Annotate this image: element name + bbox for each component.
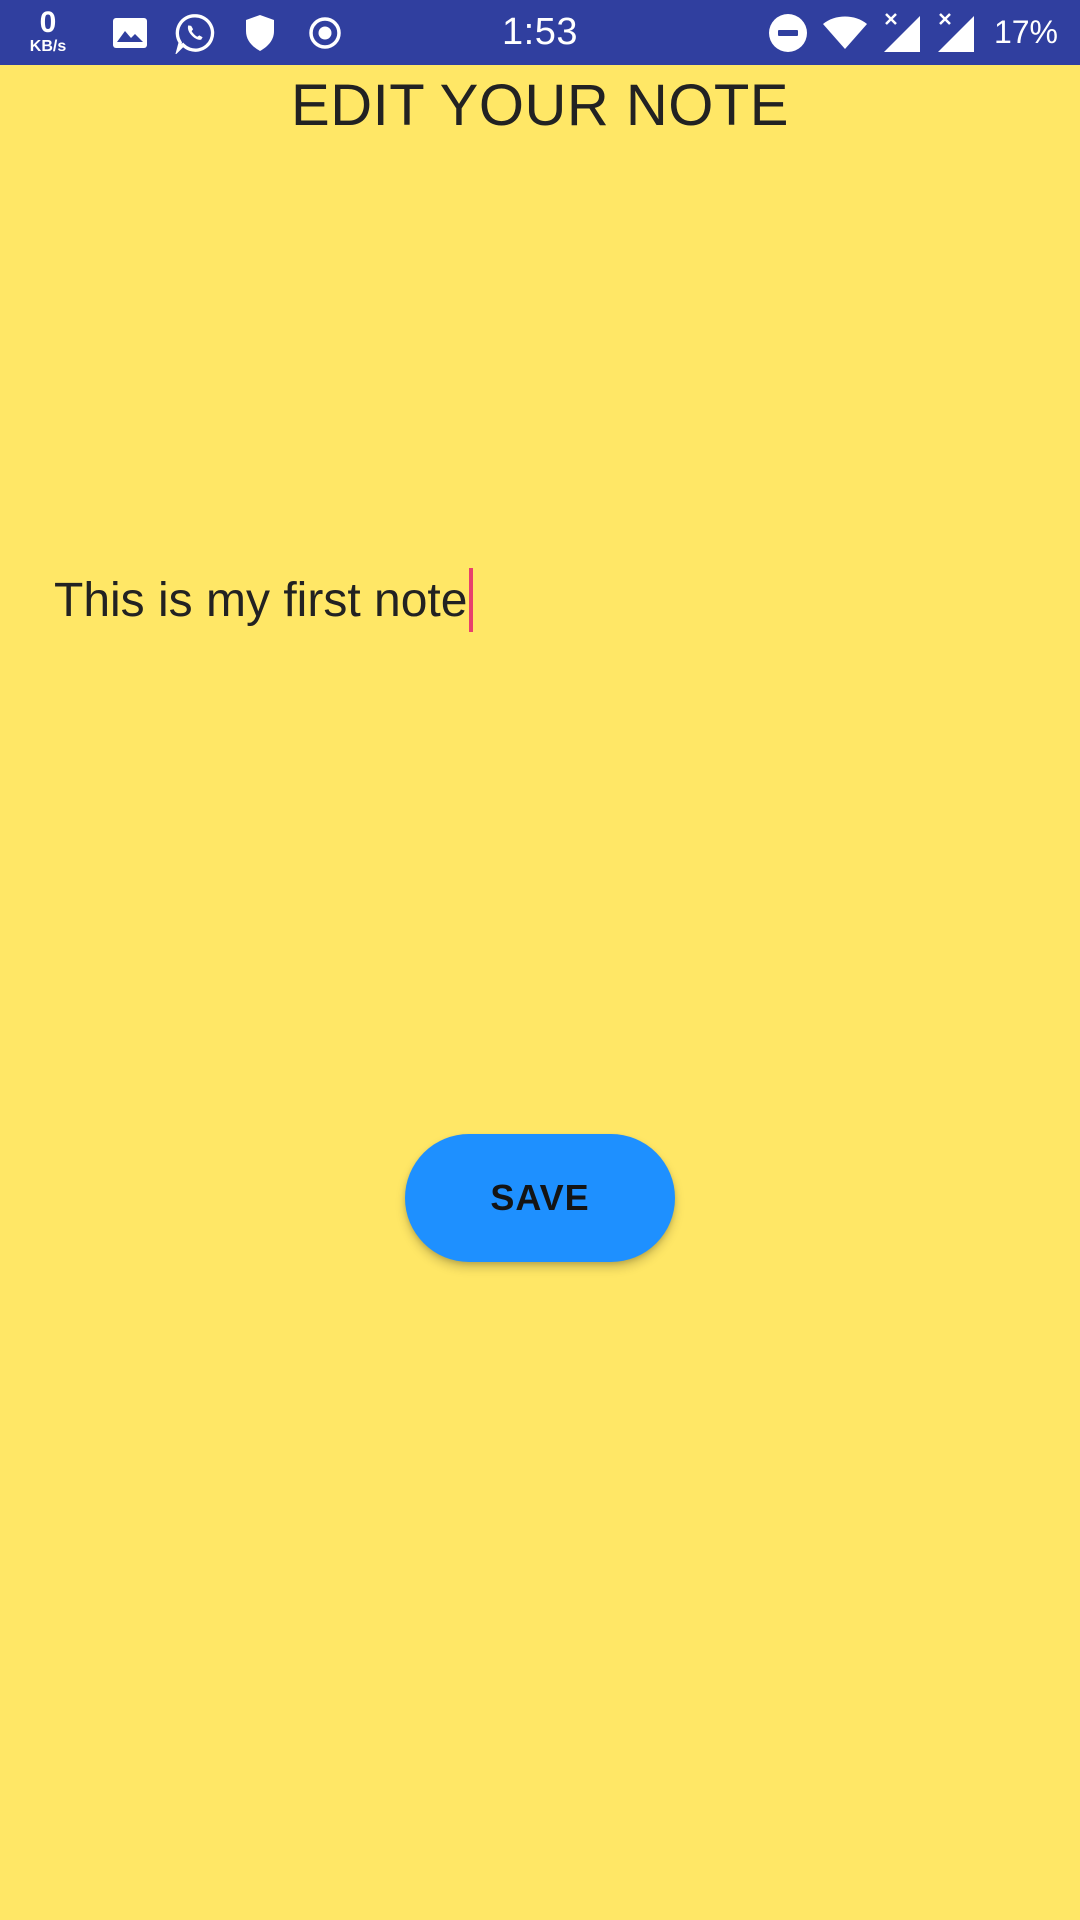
signal-no-service-icon	[936, 12, 976, 53]
signal-no-service-icon	[882, 12, 922, 53]
status-bar-right: 17%	[768, 0, 1058, 65]
save-button[interactable]: SAVE	[405, 1134, 675, 1262]
wifi-icon	[822, 13, 868, 53]
do-not-disturb-icon	[768, 13, 808, 53]
text-cursor	[469, 568, 474, 632]
page-title: EDIT YOUR NOTE	[291, 73, 789, 138]
note-input-value: This is my first note	[54, 573, 468, 627]
battery-percentage: 17%	[993, 14, 1058, 50]
note-input[interactable]: This is my first note	[54, 560, 1024, 640]
status-bar: 0 KB/s 1:53 17%	[0, 0, 1080, 65]
